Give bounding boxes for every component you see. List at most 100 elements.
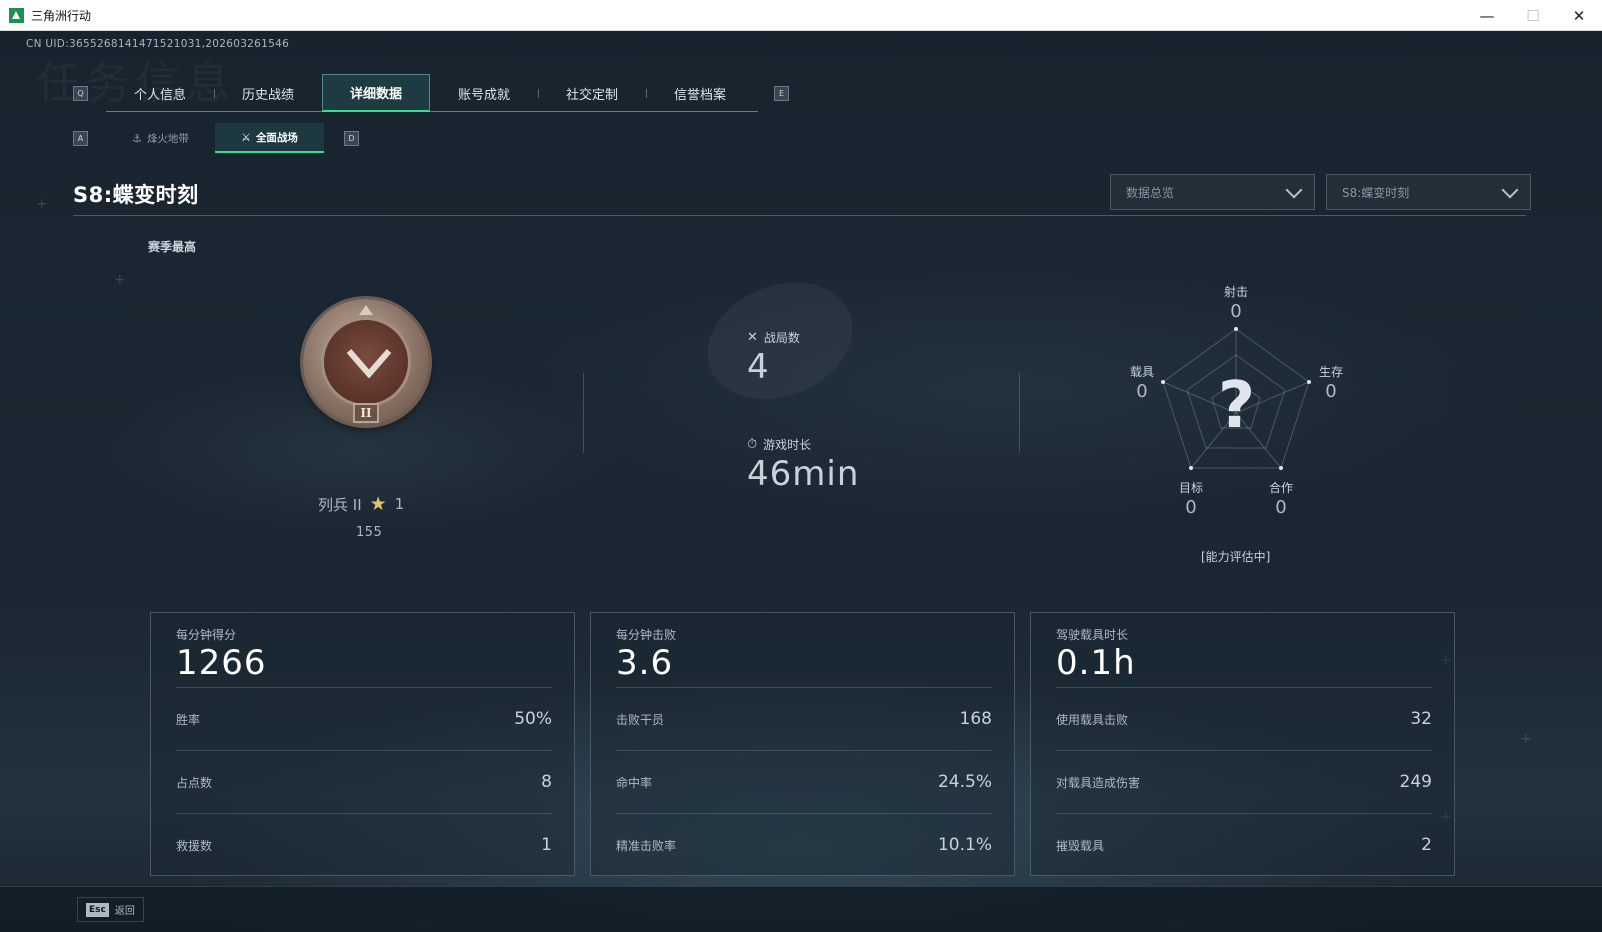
mode-subtabs: ⚓ 烽火地带 ⚔ 全面战场 <box>106 123 324 153</box>
stat-row: 胜率 50% <box>176 687 552 750</box>
subtab-warfare[interactable]: ⚔ 全面战场 <box>215 123 324 153</box>
tab-achievements[interactable]: 账号成就 <box>430 74 538 112</box>
stopwatch-icon: ⏱ <box>747 437 758 452</box>
flame-zone-icon: ⚓ <box>132 131 142 145</box>
vehicle-panel: 驾驶载具时长 0.1h 使用载具击败 32 对载具造成伤害 249 摧毁载具 2 <box>1030 612 1455 876</box>
background-crosshair-icon: + <box>36 196 48 212</box>
back-button[interactable]: Esc 返回 <box>77 897 144 922</box>
panel-main-value: 0.1h <box>1056 643 1136 683</box>
tab-detailed-data[interactable]: 详细数据 <box>322 74 430 112</box>
window-controls: — ☐ ✕ <box>1464 0 1602 31</box>
stat-value: 1 <box>541 835 552 855</box>
score-panel: 每分钟得分 1266 胜率 50% 占点数 8 救援数 1 <box>150 612 575 876</box>
user-uid: CN UID:3655268141471521031,202603261546 <box>26 38 290 50</box>
rank-name: 列兵 II <box>318 495 362 514</box>
tab-personal-info[interactable]: 个人信息 <box>106 74 214 112</box>
radar-axis-value: 0 <box>1325 381 1337 402</box>
season-title: S8:蝶变时刻 <box>73 183 199 207</box>
stat-label: 占点数 <box>176 775 213 790</box>
subtab-label: 烽火地带 <box>146 132 189 145</box>
badge-numeral: II <box>353 403 379 423</box>
bottom-bar: Esc 返回 <box>0 886 1602 932</box>
stat-row: 对载具造成伤害 249 <box>1056 750 1432 813</box>
stat-row: 救援数 1 <box>176 813 552 876</box>
stat-label: 精准击败率 <box>616 838 677 853</box>
next-subtab-key-hint[interactable]: D <box>344 131 359 146</box>
stat-value: 32 <box>1410 709 1432 729</box>
close-button[interactable]: ✕ <box>1556 0 1602 31</box>
background-crosshair-icon: + <box>114 272 126 288</box>
subtab-label: 全面战场 <box>255 131 298 144</box>
stat-value: 2 <box>1421 835 1432 855</box>
dropdown-selected-value: S8:蝶变时刻 <box>1342 185 1410 200</box>
question-mark-icon: ? <box>1218 369 1256 443</box>
badge-triangle-icon <box>359 305 373 315</box>
matches-label: ✕ 战局数 <box>747 329 800 346</box>
stat-value: 8 <box>541 772 552 792</box>
header-divider <box>73 215 1526 216</box>
ability-radar-chart: 射击 0 生存 0 合作 0 目标 0 载具 0 ? <box>1120 285 1360 565</box>
radar-axis-value: 0 <box>1136 381 1148 402</box>
window-title: 三角洲行动 <box>31 8 92 23</box>
main-tabs: 个人信息 历史战绩 详细数据 账号成就 社交定制 信誉档案 <box>106 74 758 112</box>
panel-title: 每分钟击败 <box>616 628 677 642</box>
subtab-hazard-zone[interactable]: ⚓ 烽火地带 <box>106 123 215 153</box>
rank-badge-icon: II <box>303 299 429 425</box>
kills-panel: 每分钟击败 3.6 击败干员 168 命中率 24.5% 精准击败率 10.1% <box>590 612 1015 876</box>
stat-row: 占点数 8 <box>176 750 552 813</box>
season-dropdown[interactable]: S8:蝶变时刻 <box>1326 174 1531 210</box>
panel-title: 每分钟得分 <box>176 628 237 642</box>
stat-value: 249 <box>1399 772 1432 792</box>
chevron-rank-icon <box>346 349 392 378</box>
stat-label: 救援数 <box>176 838 213 853</box>
prev-subtab-key-hint[interactable]: A <box>73 131 88 146</box>
stat-value: 24.5% <box>937 772 992 792</box>
minimize-button[interactable]: — <box>1464 0 1510 31</box>
stat-label: 胜率 <box>176 712 201 727</box>
stat-value: 10.1% <box>937 835 992 855</box>
tab-match-history[interactable]: 历史战绩 <box>214 74 322 112</box>
stat-row: 命中率 24.5% <box>616 750 992 813</box>
warfare-icon: ⚔ <box>241 130 251 144</box>
stat-label: 对载具造成伤害 <box>1056 775 1141 790</box>
ability-evaluating-note: [能力评估中] <box>1201 550 1271 564</box>
data-scope-dropdown[interactable]: 数据总览 <box>1110 174 1315 210</box>
radar-axis-value: 0 <box>1275 497 1287 518</box>
next-tab-key-hint[interactable]: E <box>774 86 789 101</box>
section-divider <box>1019 373 1020 453</box>
app-logo-icon <box>9 7 24 23</box>
stat-label: 击败干员 <box>616 712 665 727</box>
rank-line: 列兵 II ★ 1 <box>318 493 404 515</box>
radar-axis-value: 0 <box>1185 497 1197 518</box>
playtime-value: 46min <box>747 454 860 494</box>
dropdown-selected-value: 数据总览 <box>1126 185 1175 200</box>
matches-label-text: 战局数 <box>763 331 800 345</box>
crossed-swords-icon: ✕ <box>747 330 758 345</box>
tab-credit-record[interactable]: 信誉档案 <box>646 74 754 112</box>
playtime-label: ⏱ 游戏时长 <box>747 436 811 453</box>
back-label: 返回 <box>114 906 135 917</box>
tab-social-customization[interactable]: 社交定制 <box>538 74 646 112</box>
playtime-label-text: 游戏时长 <box>763 438 812 452</box>
stat-row: 精准击败率 10.1% <box>616 813 992 876</box>
radar-axis-value: 0 <box>1230 301 1242 322</box>
esc-key-hint: Esc <box>86 902 109 917</box>
maximize-button[interactable]: ☐ <box>1510 0 1556 31</box>
badge-inner <box>321 317 411 407</box>
radar-axis-label: 合作 <box>1268 481 1293 495</box>
radar-axis-label: 生存 <box>1318 365 1343 379</box>
radar-axis-label: 射击 <box>1223 285 1248 299</box>
rank-stars: 1 <box>394 495 405 513</box>
prev-tab-key-hint[interactable]: Q <box>73 86 88 101</box>
rank-points: 155 <box>356 525 383 540</box>
stat-label: 使用载具击败 <box>1056 712 1129 727</box>
background-crosshair-icon: + <box>1520 731 1532 747</box>
stat-label: 命中率 <box>616 775 653 790</box>
window-titlebar: 三角洲行动 — ☐ ✕ <box>0 0 1602 31</box>
section-divider <box>583 373 584 453</box>
panel-main-value: 1266 <box>176 643 267 683</box>
game-screen: 任务信息 + + + + + CN UID:365526814147152103… <box>0 31 1602 932</box>
panel-main-value: 3.6 <box>616 643 674 683</box>
stat-row: 击败干员 168 <box>616 687 992 750</box>
chevron-down-icon <box>1501 181 1519 199</box>
